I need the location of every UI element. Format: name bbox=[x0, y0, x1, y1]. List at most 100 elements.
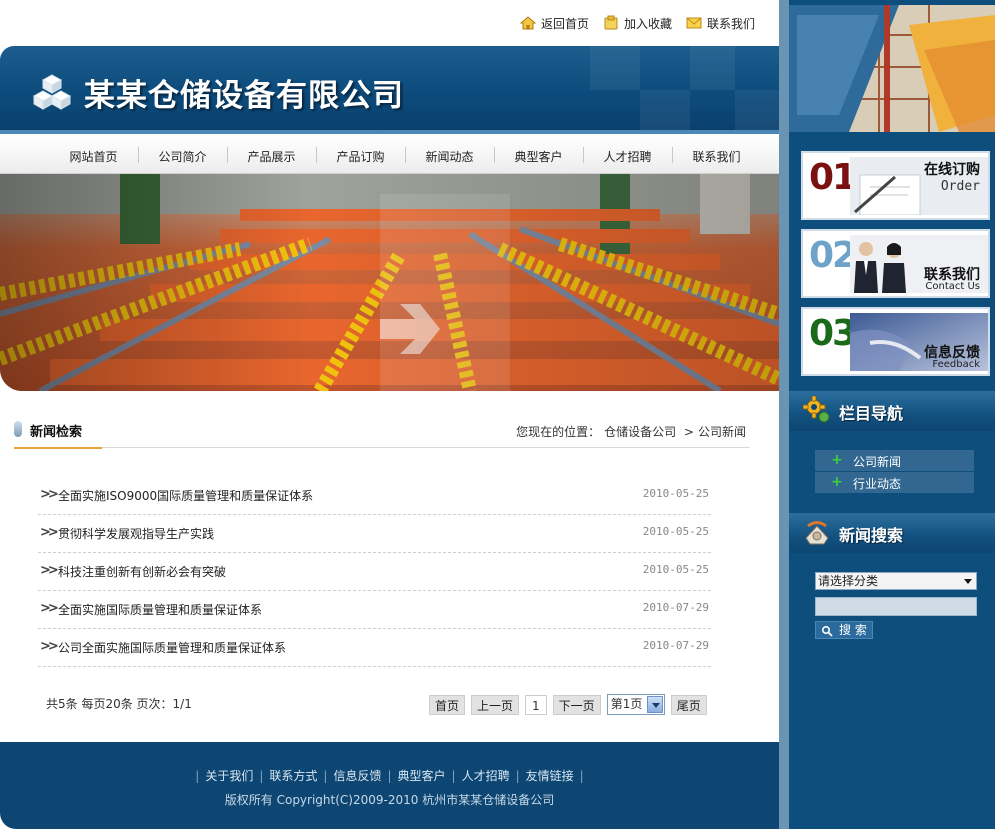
home-link-label: 返回首页 bbox=[540, 16, 589, 31]
news-section-title: 新闻检索 bbox=[30, 425, 83, 440]
footer-link-about[interactable]: 关于我们 bbox=[205, 769, 253, 783]
bookmark-link-label: 加入收藏 bbox=[623, 16, 672, 31]
search-button-label: 搜 索 bbox=[839, 623, 867, 637]
bookmark-icon bbox=[603, 15, 619, 31]
card-subtitle: Order bbox=[940, 179, 980, 194]
double-chevron-icon: >> bbox=[40, 487, 59, 502]
banner-decor bbox=[590, 46, 640, 90]
page-select-value: 第1页 bbox=[610, 697, 643, 711]
search-icon bbox=[821, 625, 833, 637]
next-page-button[interactable]: 下一页 bbox=[552, 694, 601, 715]
phone-icon bbox=[803, 518, 831, 546]
double-chevron-icon: >> bbox=[40, 601, 59, 616]
news-item[interactable]: >> 科技注重创新有创新必会有突破 2010-05-25 bbox=[38, 553, 711, 591]
breadcrumb-current: 公司新闻 bbox=[697, 425, 746, 439]
nav-item-about[interactable]: 公司简介 bbox=[138, 147, 227, 165]
plus-icon: + bbox=[831, 474, 843, 490]
breadcrumb: 您现在的位置： 仓储设备公司 > 公司新闻 bbox=[516, 423, 750, 440]
news-item[interactable]: >> 贯彻科学发展观指导生产实践 2010-05-25 bbox=[38, 515, 711, 553]
column-nav-item[interactable]: + 公司新闻 bbox=[815, 450, 974, 471]
footer-link-clients[interactable]: 典型客户 bbox=[398, 769, 446, 783]
dropdown-arrow-icon bbox=[964, 579, 972, 584]
news-item[interactable]: >> 全面实施ISO9000国际质量管理和质量保证体系 2010-05-25 bbox=[38, 477, 711, 515]
sidebar-top-image bbox=[789, 5, 995, 132]
footer-link-friends[interactable]: 友情链接 bbox=[526, 769, 574, 783]
footer-separator: | bbox=[515, 769, 520, 783]
contact-link[interactable]: 联系我们 bbox=[686, 15, 755, 32]
double-chevron-icon: >> bbox=[40, 525, 59, 540]
nav-item-news[interactable]: 新闻动态 bbox=[405, 147, 494, 165]
breadcrumb-home[interactable]: 仓储设备公司 bbox=[604, 425, 676, 439]
nav-item-order[interactable]: 产品订购 bbox=[316, 147, 405, 165]
first-page-button[interactable]: 首页 bbox=[429, 694, 466, 715]
category-select[interactable]: 请选择分类 bbox=[815, 572, 977, 590]
footer-separator: | bbox=[451, 769, 456, 783]
card-title: 在线订购 bbox=[924, 162, 980, 178]
news-item-title[interactable]: 全面实施ISO9000国际质量管理和质量保证体系 bbox=[58, 487, 313, 504]
double-chevron-icon: >> bbox=[40, 563, 59, 578]
hero-warehouse-image bbox=[0, 174, 779, 391]
feedback-card[interactable]: 03 信息反馈 Feedback bbox=[801, 307, 990, 376]
home-link[interactable]: 返回首页 bbox=[519, 15, 589, 32]
order-card[interactable]: 01 在线订购 Order bbox=[801, 151, 990, 220]
current-page-number: 1 bbox=[525, 694, 547, 715]
news-list: >> 全面实施ISO9000国际质量管理和质量保证体系 2010-05-25 >… bbox=[38, 477, 711, 667]
news-item-date: 2010-07-29 bbox=[642, 639, 709, 652]
card-subtitle: Feedback bbox=[932, 359, 980, 370]
footer-link-jobs[interactable]: 人才招聘 bbox=[462, 769, 510, 783]
news-item-title[interactable]: 科技注重创新有创新必会有突破 bbox=[58, 563, 226, 580]
search-button[interactable]: 搜 索 bbox=[815, 621, 873, 639]
nav-item-jobs[interactable]: 人才招聘 bbox=[583, 147, 672, 165]
news-item[interactable]: >> 公司全面实施国际质量管理和质量保证体系 2010-07-29 bbox=[38, 629, 711, 667]
search-input[interactable] bbox=[815, 597, 977, 616]
nav-item-contact[interactable]: 联系我们 bbox=[672, 147, 761, 165]
footer-links: | 关于我们 | 联系方式 | 信息反馈 | 典型客户 | 人才招聘 | 友情链接 | bbox=[0, 767, 779, 784]
plus-icon: + bbox=[831, 452, 843, 468]
top-links: 返回首页 加入收藏 联系我们 bbox=[519, 13, 755, 33]
news-item-title[interactable]: 贯彻科学发展观指导生产实践 bbox=[58, 525, 214, 542]
header-banner: 某某仓储设备有限公司 bbox=[0, 46, 779, 134]
news-item-date: 2010-05-25 bbox=[642, 487, 709, 500]
breadcrumb-prefix: 您现在的位置： bbox=[516, 425, 601, 439]
main-column: 返回首页 加入收藏 联系我们 某某仓储设备有限公司 网站首页 公司简介 产品展示… bbox=[0, 0, 779, 829]
breadcrumb-sep: > bbox=[683, 425, 694, 439]
footer-separator: | bbox=[387, 769, 392, 783]
section-marker bbox=[14, 421, 22, 437]
news-item-title[interactable]: 公司全面实施国际质量管理和质量保证体系 bbox=[58, 639, 286, 656]
column-nav-list: + 公司新闻 + 行业动态 bbox=[815, 450, 974, 494]
pagination: 首页 上一页 1 下一页 第1页 尾页 bbox=[429, 694, 707, 715]
company-logo-icon bbox=[32, 74, 72, 110]
page-info: 共5条 每页20条 页次：1/1 bbox=[46, 697, 192, 711]
footer-separator: | bbox=[195, 769, 200, 783]
card-number: 02 bbox=[809, 235, 857, 276]
news-item-title[interactable]: 全面实施国际质量管理和质量保证体系 bbox=[58, 601, 262, 618]
nav-item-clients[interactable]: 典型客户 bbox=[494, 147, 583, 165]
last-page-button[interactable]: 尾页 bbox=[670, 694, 707, 715]
footer-link-contact[interactable]: 联系方式 bbox=[269, 769, 317, 783]
footer-link-feedback[interactable]: 信息反馈 bbox=[333, 769, 381, 783]
news-item-date: 2010-05-25 bbox=[642, 525, 709, 538]
card-subtitle: Contact Us bbox=[925, 281, 980, 292]
nav-item-home[interactable]: 网站首页 bbox=[49, 148, 138, 165]
banner-decor bbox=[735, 90, 779, 130]
title-underline bbox=[14, 447, 102, 449]
contact-link-label: 联系我们 bbox=[706, 16, 755, 31]
prev-page-button[interactable]: 上一页 bbox=[471, 694, 520, 715]
column-nav-item-label: 行业动态 bbox=[853, 477, 902, 491]
news-item-date: 2010-05-25 bbox=[642, 563, 709, 576]
footer-separator: | bbox=[323, 769, 328, 783]
news-search-header: 新闻搜索 bbox=[789, 513, 995, 553]
nav-item-products[interactable]: 产品展示 bbox=[227, 147, 316, 165]
dropdown-arrow-icon bbox=[646, 696, 663, 713]
news-item[interactable]: >> 全面实施国际质量管理和质量保证体系 2010-07-29 bbox=[38, 591, 711, 629]
banner-decor bbox=[690, 46, 735, 90]
card-number: 03 bbox=[809, 313, 857, 354]
bookmark-link[interactable]: 加入收藏 bbox=[603, 15, 672, 32]
page-select[interactable]: 第1页 bbox=[606, 694, 665, 715]
copyright: 版权所有 Copyright(C)2009-2010 杭州市某某仓储设备公司 bbox=[224, 793, 555, 807]
column-nav-item[interactable]: + 行业动态 bbox=[815, 472, 974, 493]
news-search-title: 新闻搜索 bbox=[839, 526, 904, 545]
category-select-value: 请选择分类 bbox=[818, 574, 879, 588]
contact-card[interactable]: 02 联系我们 Contact Us bbox=[801, 229, 990, 298]
footer-separator: | bbox=[259, 769, 264, 783]
